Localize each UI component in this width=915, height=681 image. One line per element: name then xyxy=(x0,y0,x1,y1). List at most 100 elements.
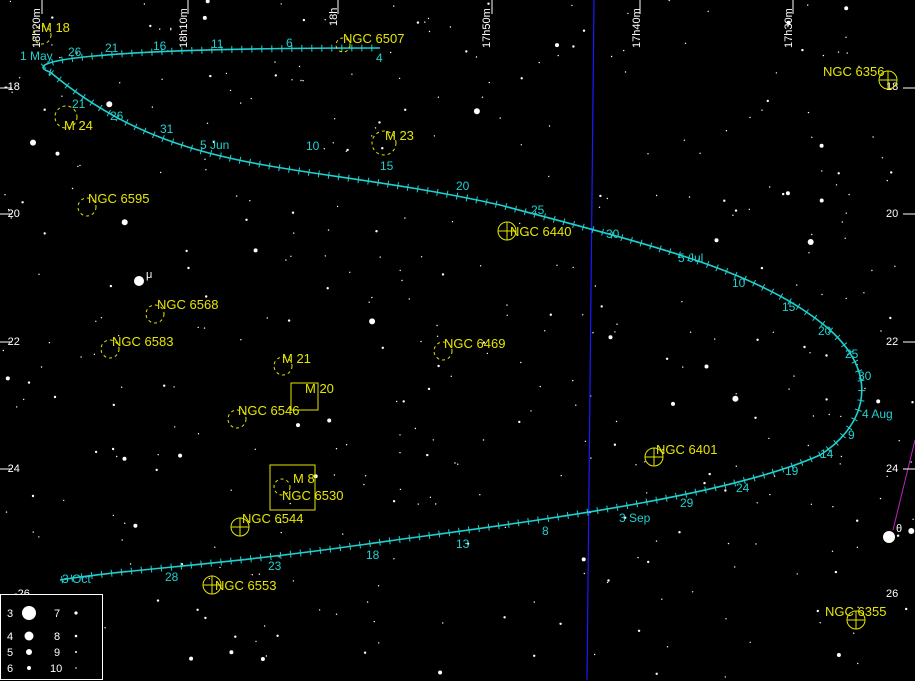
date-label: 5 Jul xyxy=(678,251,703,265)
star xyxy=(276,635,278,637)
star xyxy=(122,219,128,225)
star xyxy=(209,578,210,579)
date-label: 28 xyxy=(165,570,179,584)
star xyxy=(430,497,431,498)
star xyxy=(240,102,241,103)
star xyxy=(840,463,841,464)
star-label: μ xyxy=(146,269,152,281)
object-label: M 24 xyxy=(64,118,93,133)
star xyxy=(723,200,725,202)
date-label: 24 xyxy=(736,481,750,495)
star xyxy=(500,117,501,118)
star xyxy=(251,98,252,99)
star xyxy=(682,366,683,367)
object-label: NGC 6544 xyxy=(242,511,303,526)
star xyxy=(437,336,438,337)
star xyxy=(838,51,839,52)
object-label: M 8 xyxy=(293,471,315,486)
star xyxy=(133,524,137,528)
star xyxy=(163,385,165,387)
star xyxy=(173,386,174,387)
star xyxy=(434,135,435,136)
star xyxy=(161,79,162,80)
star xyxy=(390,52,391,53)
star xyxy=(293,580,294,581)
star xyxy=(119,82,120,83)
date-label: 16 xyxy=(153,39,167,53)
date-label: 5 Jun xyxy=(200,138,229,152)
star xyxy=(872,136,873,137)
star xyxy=(229,650,233,654)
star xyxy=(324,148,325,149)
star xyxy=(811,137,812,138)
star xyxy=(296,423,300,427)
star xyxy=(205,169,206,170)
star xyxy=(259,574,260,575)
star xyxy=(876,399,880,403)
star xyxy=(442,622,443,623)
star xyxy=(327,419,331,423)
star xyxy=(255,449,256,450)
star xyxy=(728,543,729,544)
star xyxy=(381,147,383,149)
star xyxy=(6,376,10,380)
star xyxy=(599,207,600,208)
star xyxy=(880,498,881,499)
dec-label: 20 xyxy=(886,208,898,220)
star xyxy=(590,457,591,458)
star xyxy=(864,388,865,389)
path-tick xyxy=(92,53,93,60)
star xyxy=(123,457,127,461)
star-label: θ xyxy=(896,523,902,535)
star xyxy=(724,489,726,491)
star xyxy=(817,610,819,612)
star xyxy=(178,454,182,458)
star xyxy=(198,327,199,328)
star xyxy=(375,230,377,232)
date-label: 10 xyxy=(306,139,320,153)
star xyxy=(281,3,282,4)
star xyxy=(750,642,751,643)
star xyxy=(549,125,550,126)
star xyxy=(845,37,846,38)
star xyxy=(198,433,199,434)
star-chart[interactable]: 18h20m 18h10m 18h 17h50m 17h40m 17h30m -… xyxy=(0,0,915,680)
star xyxy=(899,440,900,441)
star xyxy=(689,196,690,197)
date-label: 30 xyxy=(606,227,620,241)
star xyxy=(121,387,122,388)
object-label: NGC 6355 xyxy=(825,604,886,619)
star xyxy=(254,248,258,252)
star xyxy=(518,421,520,423)
star xyxy=(625,71,626,72)
star xyxy=(204,159,205,160)
star xyxy=(533,655,535,657)
star xyxy=(544,330,545,331)
star xyxy=(436,325,437,326)
legend-mag-label: 4 xyxy=(7,631,13,643)
star xyxy=(595,285,596,286)
legend-mag-label: 3 xyxy=(7,608,13,620)
star xyxy=(187,267,189,269)
star xyxy=(267,317,268,318)
star xyxy=(656,673,658,675)
star xyxy=(328,229,329,230)
date-label: 8 xyxy=(542,524,549,538)
star xyxy=(207,123,208,124)
star xyxy=(116,456,117,457)
star xyxy=(23,399,24,400)
star xyxy=(894,266,895,267)
star xyxy=(871,270,872,271)
star xyxy=(291,79,292,80)
star xyxy=(661,599,662,600)
star xyxy=(51,16,53,18)
star xyxy=(240,339,241,340)
star xyxy=(585,441,586,442)
star xyxy=(616,421,617,422)
star xyxy=(346,151,347,152)
star xyxy=(21,201,23,203)
star xyxy=(367,601,368,602)
star xyxy=(16,406,17,407)
star xyxy=(801,49,803,51)
star xyxy=(342,533,343,534)
